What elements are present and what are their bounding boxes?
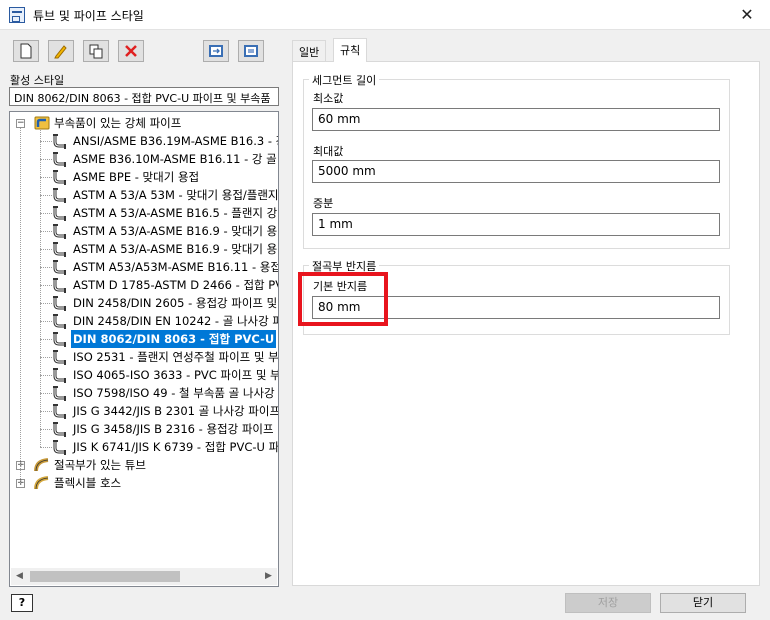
max-value-label: 최대값 — [313, 145, 344, 158]
tree-line — [40, 411, 52, 412]
tab-rules[interactable]: 규칙 — [333, 38, 368, 62]
tree-line — [40, 195, 52, 196]
tree-item-label: ISO 2531 - 플랜지 연성주철 파이프 및 부 — [73, 350, 279, 364]
active-style-label: 활성 스타일 — [10, 74, 65, 87]
active-style-field: DIN 8062/DIN 8063 - 접합 PVC-U 파이프 및 부속품 — [9, 87, 279, 106]
pipe-icon — [53, 224, 66, 239]
tree-item-label: ASTM A 53/A-ASME B16.9 - 맞대기 용 — [73, 242, 278, 256]
import-button[interactable] — [203, 40, 229, 62]
tree-line — [40, 447, 52, 448]
red-x-icon — [125, 45, 137, 57]
bent-tube-group-icon — [34, 458, 49, 472]
tree-item-label: ISO 7598/ISO 49 - 철 부속품 골 나사강 — [73, 386, 275, 400]
pipe-icon — [53, 296, 66, 311]
pipe-icon — [53, 386, 66, 401]
tree-item-label: ANSI/ASME B36.19M-ASME B16.3 - 강 — [73, 134, 279, 148]
new-document-icon — [20, 43, 32, 59]
pipe-icon — [53, 278, 66, 293]
close-button[interactable]: 닫기 — [660, 593, 746, 613]
min-value-field[interactable]: 60 mm — [312, 108, 720, 131]
pipe-icon — [53, 440, 66, 455]
min-value-label: 최소값 — [313, 92, 344, 105]
increment-field[interactable]: 1 mm — [312, 213, 720, 236]
export-icon — [244, 45, 258, 57]
import-icon — [209, 45, 223, 57]
tree-line — [40, 303, 52, 304]
pipe-icon — [53, 368, 66, 383]
tree-item-label: ASTM A 53/A-ASME B16.5 - 플랜지 강 — [73, 206, 278, 220]
tree-group-label: 절곡부가 있는 튜브 — [54, 458, 146, 472]
tree-item-label: JIS G 3442/JIS B 2301 골 나사강 파이프 — [73, 404, 279, 418]
tree-item-label: ASME B36.10M-ASME B16.11 - 강 골 — [73, 152, 277, 166]
tree-item-label: DIN 2458/DIN EN 10242 - 골 나사강 파 — [73, 314, 279, 328]
tree-line — [40, 267, 52, 268]
tree-line — [40, 177, 52, 178]
title-bar: 튜브 및 파이프 스타일 ✕ — [0, 0, 770, 30]
segment-length-title: 세그먼트 길이 — [309, 72, 380, 88]
tree-line — [40, 159, 52, 160]
help-button[interactable]: ? — [11, 594, 33, 612]
increment-label: 증분 — [313, 197, 334, 210]
tree-line — [40, 339, 52, 340]
save-button[interactable]: 저장 — [565, 593, 651, 613]
tree-item-label: JIS G 3458/JIS B 2316 - 용접강 파이프 — [73, 422, 274, 436]
delete-style-button[interactable] — [118, 40, 144, 62]
pencil-icon — [54, 45, 67, 59]
tree-horizontal-scrollbar[interactable]: ◀ ▶ — [11, 568, 277, 585]
scroll-right-arrow-icon[interactable]: ▶ — [260, 568, 277, 585]
new-style-button[interactable] — [13, 40, 39, 62]
tree-item-label: ASTM A53/A53M-ASME B16.11 - 용접 — [73, 260, 279, 274]
pipe-icon — [53, 332, 66, 347]
pipe-icon — [53, 350, 66, 365]
tree-line — [40, 429, 52, 430]
close-window-button[interactable]: ✕ — [724, 0, 770, 30]
tree-item-label: DIN 8062/DIN 8063 - 접합 PVC-U — [71, 330, 277, 348]
tree-item-label: ASME BPE - 맞대기 용접 — [73, 170, 200, 184]
pipe-icon — [53, 134, 66, 149]
tree-line — [40, 213, 52, 214]
tree-item-label: ASTM A 53/A 53M - 맞대기 용접/플랜지 — [73, 188, 279, 202]
scroll-left-arrow-icon[interactable]: ◀ — [11, 568, 28, 585]
tree-line — [40, 249, 52, 250]
tree-line — [40, 321, 52, 322]
tree-line — [40, 393, 52, 394]
tree-item-label: ASTM D 1785-ASTM D 2466 - 접합 PV — [73, 278, 279, 292]
tree-item-label: ISO 4065-ISO 3633 - PVC 파이프 및 부 — [73, 368, 279, 382]
tree-item-label: JIS K 6741/JIS K 6739 - 접합 PVC-U 파 — [73, 440, 279, 454]
tree-group-label: 부속품이 있는 강체 파이프 — [54, 116, 182, 130]
pipe-icon — [53, 260, 66, 275]
export-button[interactable] — [238, 40, 264, 62]
copy-style-button[interactable] — [83, 40, 109, 62]
pipe-icon — [53, 404, 66, 419]
tree-line — [40, 375, 52, 376]
tree-line — [40, 130, 41, 447]
tree-line — [40, 285, 52, 286]
window-title: 튜브 및 파이프 스타일 — [33, 9, 144, 23]
copy-icon — [89, 44, 103, 59]
pipe-icon — [53, 242, 66, 257]
pipe-icon — [53, 152, 66, 167]
style-tree[interactable]: ◀ ▶ − 부속품이 있는 강체 파이프 ANSI/ASME B36.19M-ASM… — [9, 111, 279, 587]
tab-general[interactable]: 일반 — [292, 40, 327, 61]
red-highlight-annotation — [298, 272, 388, 326]
pipe-icon — [53, 206, 66, 221]
tree-line — [40, 357, 52, 358]
tree-line — [40, 231, 52, 232]
collapse-icon[interactable]: − — [16, 119, 25, 128]
app-icon — [9, 7, 25, 23]
pipe-icon — [53, 314, 66, 329]
tree-item-label: ASTM A 53/A-ASME B16.9 - 맞대기 용 — [73, 224, 278, 238]
max-value-field[interactable]: 5000 mm — [312, 160, 720, 183]
pipe-icon — [53, 422, 66, 437]
edit-style-button[interactable] — [48, 40, 74, 62]
tree-line — [20, 128, 21, 483]
flexible-hose-group-icon — [34, 476, 49, 490]
pipe-icon — [53, 188, 66, 203]
pipe-icon — [53, 170, 66, 185]
tree-group-label: 플렉시블 호스 — [54, 476, 122, 490]
rigid-pipe-group-icon — [34, 116, 50, 130]
tree-item-label: DIN 2458/DIN 2605 - 용접강 파이프 및 — [73, 296, 278, 310]
tree-line — [40, 141, 52, 142]
scroll-thumb[interactable] — [30, 571, 180, 582]
